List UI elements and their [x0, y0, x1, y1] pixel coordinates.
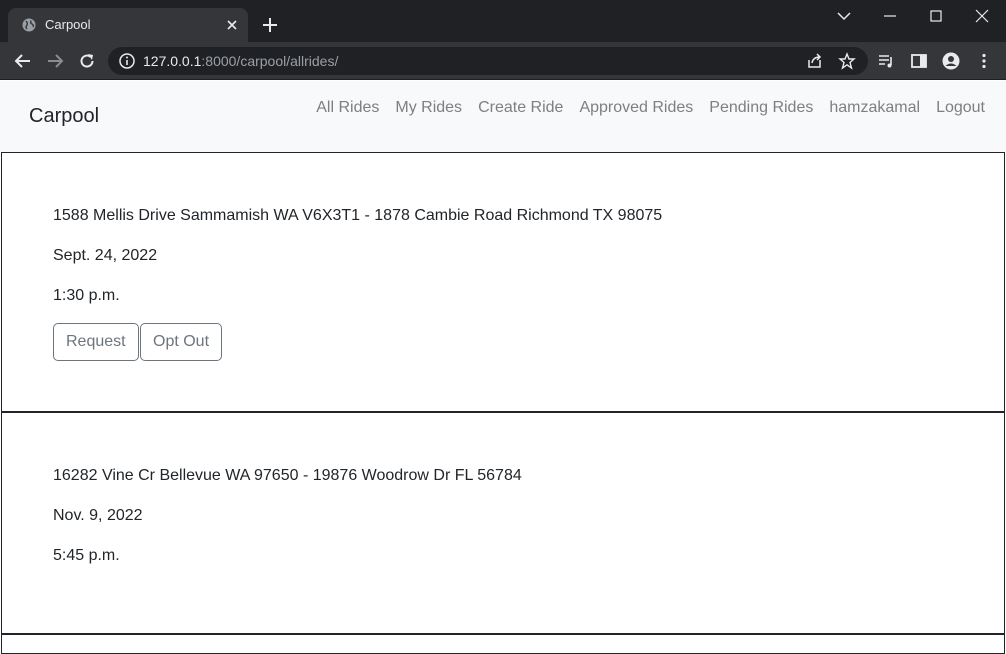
brand-logo[interactable]: Carpool: [29, 105, 99, 128]
url-text[interactable]: 127.0.0.1:8000/carpool/allrides/: [143, 53, 338, 69]
ride-date: Sept. 24, 2022: [53, 247, 158, 264]
info-icon[interactable]: [118, 52, 136, 70]
site-navbar: Carpool All Rides My Rides Create Ride A…: [0, 81, 1006, 152]
browser-tab[interactable]: Carpool: [8, 8, 248, 42]
nav-pending-rides[interactable]: Pending Rides: [709, 99, 813, 117]
bookmark-star-icon[interactable]: [838, 52, 856, 70]
nav-create-ride[interactable]: Create Ride: [478, 99, 563, 117]
nav-username[interactable]: hamzakamal: [829, 99, 920, 117]
maximize-icon[interactable]: [928, 8, 944, 24]
back-arrow-icon[interactable]: [14, 52, 32, 70]
globe-icon: [22, 18, 36, 32]
minimize-icon[interactable]: [882, 8, 898, 24]
side-panel-icon[interactable]: [910, 52, 928, 70]
nav-links: All Rides My Rides Create Ride Approved …: [316, 99, 985, 117]
browser-tabstrip: Carpool: [0, 0, 1006, 42]
ride-time: 1:30 p.m.: [53, 287, 120, 304]
ride-route: 1588 Mellis Drive Sammamish WA V6X3T1 - …: [53, 207, 663, 224]
forward-arrow-icon[interactable]: [46, 52, 64, 70]
ride-time: 5:45 p.m.: [53, 547, 120, 564]
url-host: 127.0.0.1: [143, 53, 202, 69]
share-icon[interactable]: [806, 52, 824, 70]
ride-card: 16282 Vine Cr Bellevue WA 97650 - 19876 …: [1, 412, 1005, 634]
nav-logout[interactable]: Logout: [936, 99, 985, 117]
media-control-icon[interactable]: [877, 52, 895, 70]
tab-title: Carpool: [45, 17, 91, 32]
chevron-down-icon[interactable]: [836, 8, 852, 24]
ride-date: Nov. 9, 2022: [53, 507, 143, 524]
browser-toolbar: 127.0.0.1:8000/carpool/allrides/: [0, 42, 1006, 80]
new-tab-icon[interactable]: [262, 17, 278, 33]
close-icon[interactable]: [224, 17, 240, 33]
nav-approved-rides[interactable]: Approved Rides: [579, 99, 693, 117]
ride-card: [1, 634, 1005, 654]
ride-route: 16282 Vine Cr Bellevue WA 97650 - 19876 …: [53, 467, 522, 484]
profile-avatar-icon[interactable]: [942, 52, 960, 70]
opt-out-button[interactable]: Opt Out: [140, 323, 223, 361]
nav-my-rides[interactable]: My Rides: [395, 99, 462, 117]
reload-icon[interactable]: [78, 52, 96, 70]
nav-all-rides[interactable]: All Rides: [316, 99, 379, 117]
window-close-icon[interactable]: [974, 8, 990, 24]
more-menu-icon[interactable]: [975, 52, 993, 70]
url-path: :8000/carpool/allrides/: [201, 53, 339, 69]
address-bar[interactable]: 127.0.0.1:8000/carpool/allrides/: [108, 47, 868, 75]
ride-card: 1588 Mellis Drive Sammamish WA V6X3T1 - …: [1, 152, 1005, 412]
request-button[interactable]: Request: [53, 323, 139, 361]
